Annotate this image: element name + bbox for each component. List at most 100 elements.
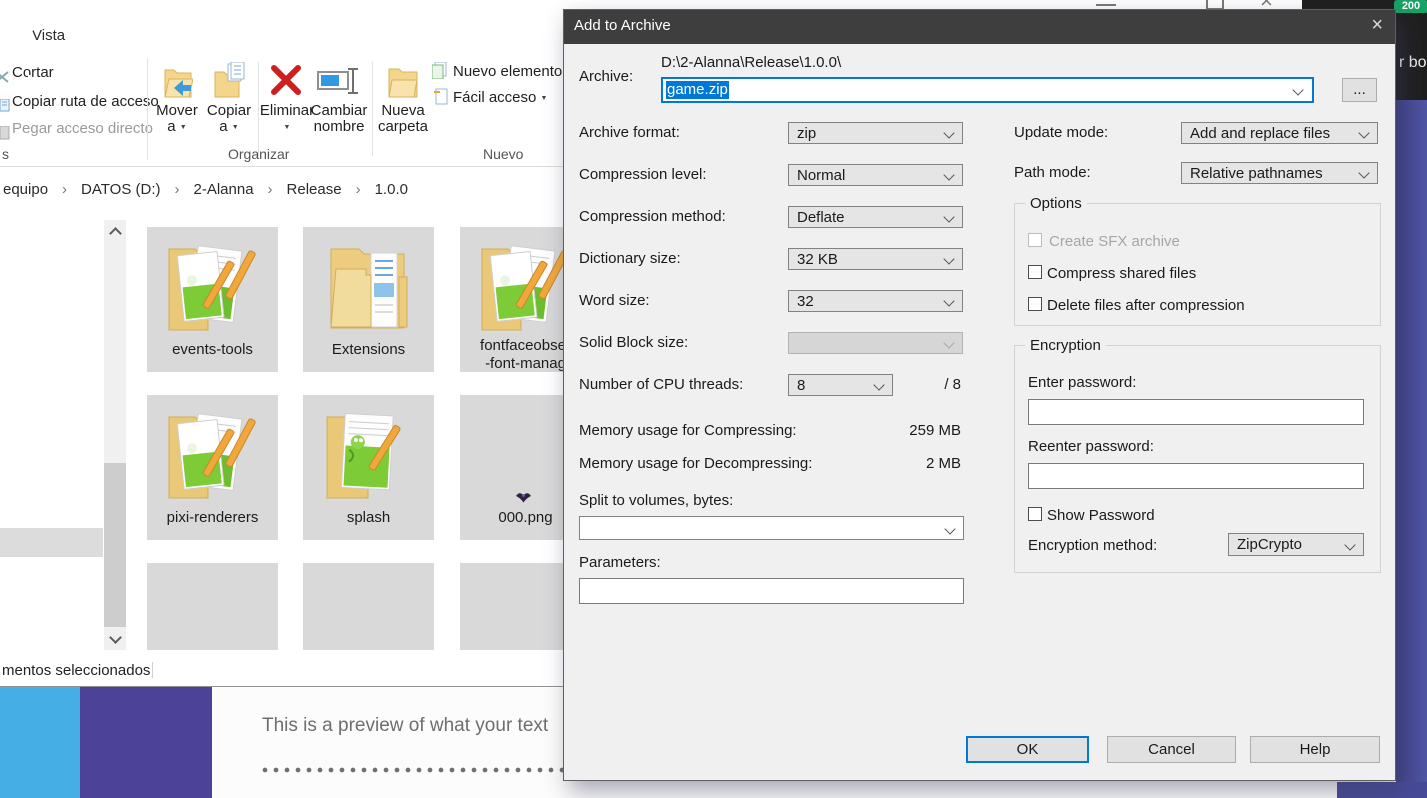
scroll-down-icon[interactable] xyxy=(109,631,122,644)
delete-icon xyxy=(270,64,302,96)
group-organize-label: Organizar xyxy=(228,146,289,162)
split-volumes-combo[interactable] xyxy=(579,516,964,540)
archive-name-selected-text: game.zip xyxy=(666,81,729,99)
rename-icon xyxy=(317,66,361,96)
breadcrumb-item[interactable]: 1.0.0 xyxy=(375,181,408,198)
play-icon[interactable] xyxy=(28,22,37,34)
file-tile-empty[interactable] xyxy=(147,563,278,650)
chevron-right-icon: › xyxy=(62,181,67,198)
background-purple-patch xyxy=(1337,782,1427,798)
memory-compress-value: 259 MB xyxy=(909,422,961,439)
parameters-input[interactable] xyxy=(579,578,964,604)
file-label: Extensions xyxy=(303,341,434,359)
ok-button[interactable]: OK xyxy=(966,736,1089,763)
update-mode-select[interactable]: Add and replace files xyxy=(1181,122,1378,144)
reenter-password-input[interactable] xyxy=(1028,463,1364,489)
chevron-down-icon xyxy=(943,211,954,222)
archive-format-label: Archive format: xyxy=(579,124,680,141)
breadcrumb-item[interactable]: 2-Alanna xyxy=(194,181,254,198)
preview-dotted-line xyxy=(262,766,563,774)
file-tile-pixi-renderers[interactable]: pixi-renderers xyxy=(147,395,278,540)
breadcrumb-item[interactable]: DATOS (D:) xyxy=(81,181,160,198)
ribbon-easy-access[interactable]: Fácil acceso ▼ xyxy=(453,89,547,106)
paste-shortcut-icon xyxy=(0,126,10,140)
archive-format-select[interactable]: zip xyxy=(788,122,963,144)
compression-level-select[interactable]: Normal xyxy=(788,164,963,186)
minimize-icon[interactable] xyxy=(1096,4,1116,6)
dialog-title: Add to Archive xyxy=(574,17,671,34)
help-button[interactable]: Help xyxy=(1250,736,1380,763)
new-item-icon xyxy=(432,62,449,79)
encryption-method-label: Encryption method: xyxy=(1028,537,1157,554)
path-mode-label: Path mode: xyxy=(1014,164,1091,181)
compress-shared-checkbox[interactable] xyxy=(1028,265,1042,279)
breadcrumb-item[interactable]: Release xyxy=(287,181,342,198)
ribbon-rename[interactable]: Cambiar nombre xyxy=(308,103,370,135)
easy-access-icon xyxy=(434,88,449,105)
folder-icon xyxy=(319,403,419,507)
folder-icon xyxy=(319,235,419,339)
dropdown-caret: ▼ xyxy=(284,124,291,131)
compression-method-label: Compression method: xyxy=(579,208,726,225)
chevron-down-icon xyxy=(943,337,954,348)
file-tile-events-tools[interactable]: events-tools xyxy=(147,227,278,372)
ribbon-divider xyxy=(0,166,563,167)
file-label: pixi-renderers xyxy=(147,509,278,527)
scrollbar-thumb[interactable] xyxy=(104,463,126,627)
play-icon[interactable] xyxy=(28,74,37,86)
create-sfx-checkbox xyxy=(1028,233,1042,247)
selected-row-fragment xyxy=(0,528,103,557)
chevron-right-icon: › xyxy=(175,181,180,198)
copy-to-icon xyxy=(214,62,246,99)
memory-compress-label: Memory usage for Compressing: xyxy=(579,422,797,439)
enter-password-label: Enter password: xyxy=(1028,374,1136,391)
browse-button[interactable]: ... xyxy=(1342,78,1377,102)
status-text: mentos seleccionados xyxy=(2,662,150,679)
delete-after-checkbox[interactable] xyxy=(1028,297,1042,311)
ribbon-new-folder[interactable]: Nueva carpeta xyxy=(377,103,429,135)
ribbon-move-to[interactable]: Mover a ▼ xyxy=(152,103,202,136)
archive-name-input[interactable]: game.zip xyxy=(661,77,1314,103)
breadcrumb-item[interactable]: equipo xyxy=(3,181,48,198)
compression-method-select[interactable]: Deflate xyxy=(788,206,963,228)
file-tile-empty[interactable] xyxy=(303,563,434,650)
path-mode-select[interactable]: Relative pathnames xyxy=(1181,162,1378,184)
breadcrumb: equipo › DATOS (D:) › 2-Alanna › Release… xyxy=(3,181,408,198)
ribbon-new-item[interactable]: Nuevo elemento ▼ xyxy=(453,63,573,80)
screen: Vista Cortar Copiar ruta de acceso Pegar… xyxy=(0,0,1427,798)
word-size-select[interactable]: 32 xyxy=(788,290,963,312)
update-mode-label: Update mode: xyxy=(1014,124,1108,141)
scroll-up-icon[interactable] xyxy=(109,227,122,240)
scrollbar[interactable] xyxy=(104,220,126,650)
cpu-threads-select[interactable]: 8 xyxy=(788,374,893,396)
group-new-label: Nuevo xyxy=(483,146,523,162)
cancel-button[interactable]: Cancel xyxy=(1107,736,1236,763)
file-tile-extensions[interactable]: Extensions xyxy=(303,227,434,372)
encryption-method-select[interactable]: ZipCrypto xyxy=(1228,533,1364,556)
memory-decompress-label: Memory usage for Decompressing: xyxy=(579,455,812,472)
archive-path: D:\2-Alanna\Release\1.0.0\ xyxy=(661,54,841,71)
show-password-checkbox[interactable] xyxy=(1028,507,1042,521)
dialog-titlebar[interactable]: Add to Archive × xyxy=(564,10,1395,44)
cpu-threads-label: Number of CPU threads: xyxy=(579,376,743,393)
ribbon-separator xyxy=(147,58,148,160)
delete-after-label: Delete files after compression xyxy=(1047,297,1245,314)
dropdown-caret: ▼ xyxy=(180,124,187,131)
background-purple-strip xyxy=(1396,100,1427,798)
dictionary-size-select[interactable]: 32 KB xyxy=(788,248,963,270)
file-label: splash xyxy=(303,509,434,527)
chevron-down-icon[interactable] xyxy=(1292,84,1303,95)
parameters-label: Parameters: xyxy=(579,554,661,571)
status-bar: mentos seleccionados xyxy=(0,650,563,687)
ribbon-paste-shortcut: Pegar acceso directo xyxy=(12,120,153,137)
ribbon-copy-to[interactable]: Copiar a ▼ xyxy=(204,103,254,136)
show-password-label: Show Password xyxy=(1047,507,1155,524)
new-folder-icon xyxy=(387,63,419,99)
copy-path-icon xyxy=(0,99,10,112)
file-tile-splash[interactable]: splash xyxy=(303,395,434,540)
folder-icon xyxy=(163,403,263,507)
enter-password-input[interactable] xyxy=(1028,399,1364,425)
close-icon[interactable]: × xyxy=(1371,14,1383,37)
ribbon-copy-path[interactable]: Copiar ruta de acceso xyxy=(12,93,159,110)
status-badge: 200 xyxy=(1394,0,1427,13)
